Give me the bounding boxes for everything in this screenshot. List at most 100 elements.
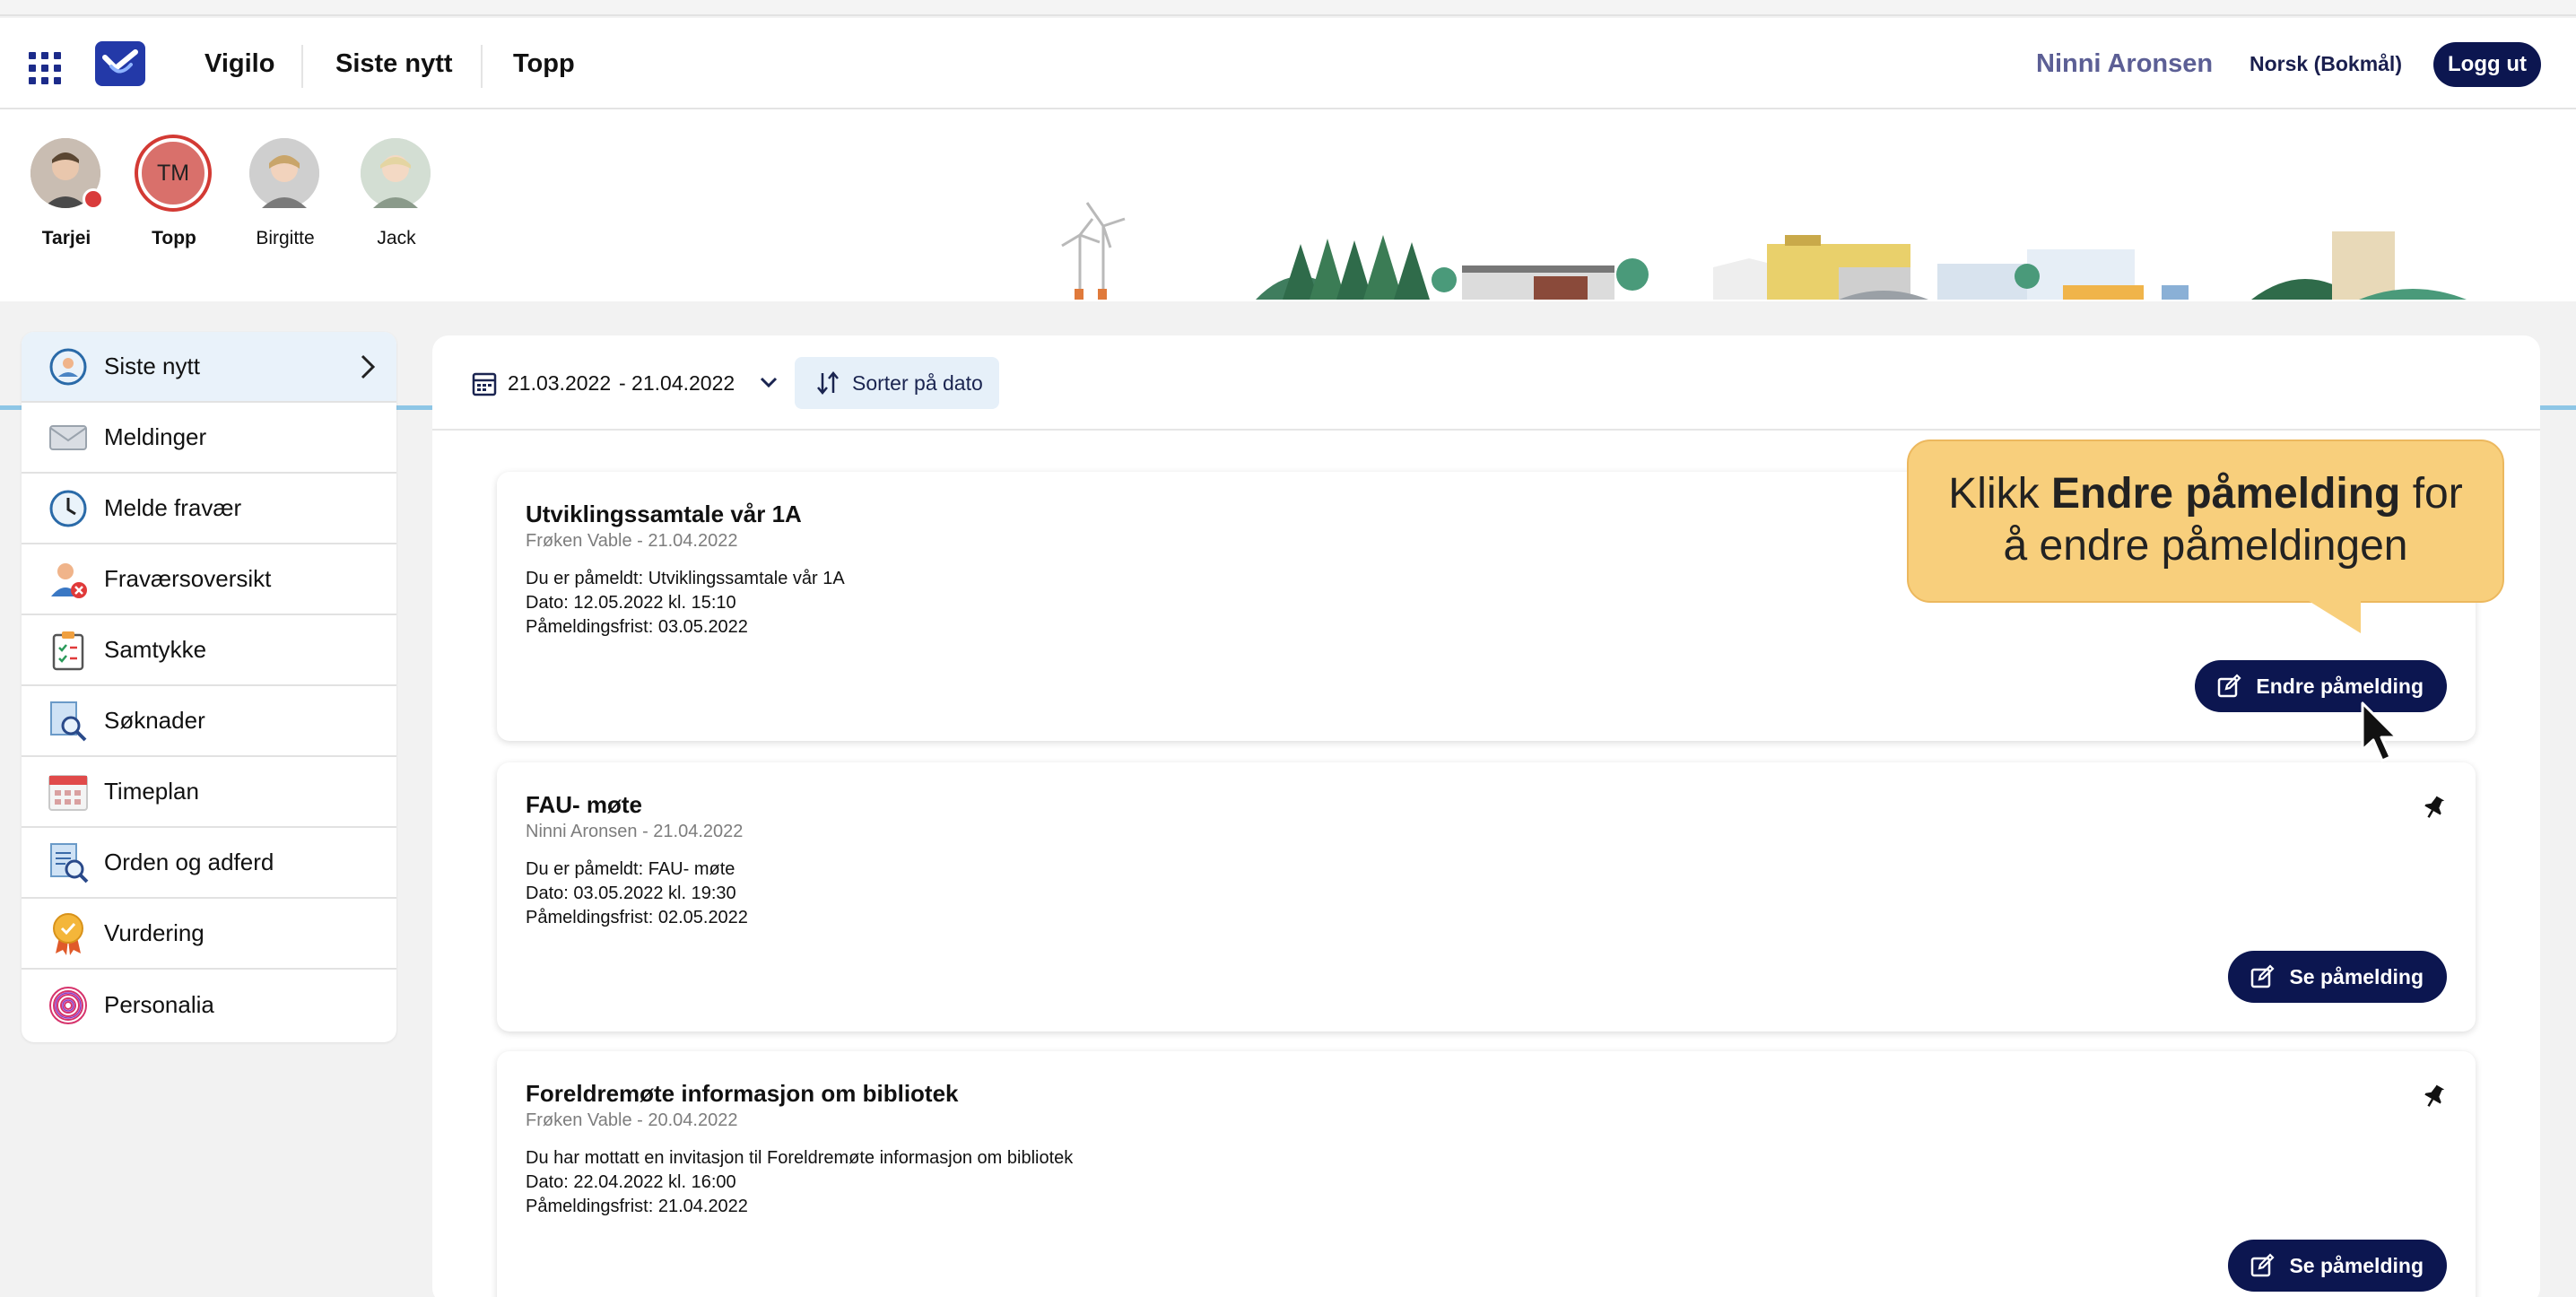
sidebar-item-meldinger[interactable]: Meldinger	[22, 403, 396, 474]
nav-brand-vigilo[interactable]: Vigilo	[205, 49, 274, 79]
sidebar-item-label: Orden og adferd	[104, 849, 274, 875]
sidebar-item-siste-nytt[interactable]: Siste nytt	[22, 332, 396, 403]
sidebar-item-label: Personalia	[104, 991, 214, 1018]
mouse-cursor-icon	[2361, 701, 2398, 762]
chevron-down-icon[interactable]	[759, 375, 779, 389]
sidebar-menu: Siste nytt Meldinger Melde fravær Fravær…	[22, 332, 396, 1042]
sort-by-date-button[interactable]: Sorter på dato	[795, 357, 999, 409]
absence-person-icon	[47, 558, 90, 601]
child-birgitte[interactable]: Birgitte	[249, 138, 321, 248]
sidebar-item-label: Fraværsoversikt	[104, 565, 272, 592]
se-pamelding-button[interactable]: Se påmelding	[2228, 1240, 2447, 1292]
award-medal-icon	[47, 912, 90, 955]
city-skyline-illustration	[1061, 202, 2467, 300]
endre-pamelding-button[interactable]: Endre påmelding	[2195, 660, 2447, 712]
card-title[interactable]: Utviklingssamtale vår 1A	[526, 501, 802, 528]
sidebar-item-label: Timeplan	[104, 778, 199, 805]
sidebar-item-orden-og-adferd[interactable]: Orden og adferd	[22, 828, 396, 899]
browser-top-strip	[0, 0, 2576, 16]
card-detail-line: Dato: 03.05.2022 kl. 19:30	[526, 884, 736, 903]
card-detail-line: Dato: 22.04.2022 kl. 16:00	[526, 1172, 736, 1192]
sidebar-item-personalia[interactable]: Personalia	[22, 970, 396, 1040]
conduct-document-icon	[47, 841, 90, 884]
tooltip-text-post: for	[2400, 470, 2463, 518]
document-search-icon	[47, 700, 90, 743]
card-title[interactable]: FAU- møte	[526, 791, 642, 819]
sidebar-item-vurdering[interactable]: Vurdering	[22, 899, 396, 970]
edit-icon	[2218, 674, 2241, 698]
avatar[interactable]	[249, 138, 319, 208]
card-detail-line: Du er påmeldt: FAU- møte	[526, 859, 735, 879]
pin-icon[interactable]	[2422, 795, 2447, 820]
card-meta: Frøken Vable - 20.04.2022	[526, 1110, 738, 1130]
child-topp[interactable]: TM Topp	[138, 138, 210, 248]
sidebar-item-label: Søknader	[104, 707, 205, 734]
logout-button[interactable]: Logg ut	[2433, 42, 2541, 87]
sidebar-item-label: Meldinger	[104, 423, 207, 450]
sidebar-item-label: Vurdering	[104, 919, 205, 946]
clock-icon	[47, 487, 90, 530]
sidebar-item-melde-fravaer[interactable]: Melde fravær	[22, 474, 396, 544]
child-name: Jack	[377, 228, 416, 248]
nav-divider	[301, 45, 303, 88]
tutorial-tooltip: Klikk Endre påmelding for å endre påmeld…	[1907, 440, 2504, 603]
card-detail-line: Du er påmeldt: Utviklingssamtale vår 1A	[526, 569, 845, 588]
tooltip-text-line2: å endre påmeldingen	[2003, 522, 2408, 570]
user-name[interactable]: Ninni Aronsen	[2036, 49, 2213, 79]
sidebar-item-timeplan[interactable]: Timeplan	[22, 757, 396, 828]
clipboard-checklist-icon	[47, 629, 90, 672]
top-navbar: Vigilo Siste nytt Topp Ninni Aronsen Nor…	[0, 18, 2576, 109]
child-name: Topp	[152, 228, 196, 248]
tooltip-text-pre: Klikk	[1948, 470, 2051, 518]
child-name: Tarjei	[41, 228, 91, 248]
sidebar-item-samtykke[interactable]: Samtykke	[22, 615, 396, 686]
sort-button-label: Sorter på dato	[852, 371, 983, 395]
tooltip-text-bold: Endre påmelding	[2050, 470, 2401, 518]
child-jack[interactable]: Jack	[361, 138, 432, 248]
card-meta: Ninni Aronsen - 21.04.2022	[526, 822, 744, 841]
news-card: Foreldremøte informasjon om bibliotek Fr…	[497, 1051, 2476, 1297]
action-button-label: Se påmelding	[2289, 1254, 2424, 1277]
sidebar-item-label: Melde fravær	[104, 494, 242, 521]
sidebar-item-fravaersoversikt[interactable]: Fraværsoversikt	[22, 544, 396, 615]
sidebar-item-soknader[interactable]: Søknader	[22, 686, 396, 757]
language-selector[interactable]: Norsk (Bokmål)	[2250, 52, 2402, 76]
card-title[interactable]: Foreldremøte informasjon om bibliotek	[526, 1080, 959, 1108]
card-detail-line: Du har mottatt en invitasjon til Foreldr…	[526, 1148, 1074, 1168]
alert-dot	[83, 188, 104, 210]
card-detail-line: Påmeldingsfrist: 21.04.2022	[526, 1197, 748, 1216]
app-grid-icon[interactable]	[29, 52, 61, 84]
nav-link-siste-nytt[interactable]: Siste nytt	[335, 49, 453, 79]
chevron-right-icon	[361, 354, 376, 379]
avatar[interactable]: TM	[138, 138, 208, 208]
pin-icon[interactable]	[2422, 1084, 2447, 1109]
card-detail-line: Påmeldingsfrist: 02.05.2022	[526, 908, 748, 927]
child-name: Birgitte	[256, 228, 315, 248]
card-detail-line: Påmeldingsfrist: 03.05.2022	[526, 617, 748, 637]
sort-arrows-icon	[817, 371, 839, 395]
card-meta: Frøken Vable - 21.04.2022	[526, 531, 738, 551]
news-icon	[47, 345, 90, 388]
avatar[interactable]	[361, 138, 431, 208]
date-to-input[interactable]: - 21.04.2022	[619, 371, 735, 396]
action-button-label: Endre påmelding	[2256, 675, 2424, 698]
avatar[interactable]	[30, 138, 104, 210]
calendar-icon[interactable]	[472, 371, 497, 396]
nav-divider	[481, 45, 483, 88]
nav-link-topp[interactable]: Topp	[513, 49, 575, 79]
action-button-label: Se påmelding	[2289, 965, 2424, 988]
child-tarjei[interactable]: Tarjei	[30, 138, 104, 248]
fingerprint-icon	[47, 984, 90, 1027]
tooltip-tail	[2309, 601, 2361, 633]
vigilo-logo-icon[interactable]	[95, 41, 145, 86]
edit-icon	[2251, 1253, 2276, 1277]
se-pamelding-button[interactable]: Se påmelding	[2228, 951, 2447, 1003]
date-from-input[interactable]: 21.03.2022	[508, 371, 611, 396]
calendar-icon	[47, 770, 90, 814]
sidebar-item-label: Siste nytt	[104, 353, 200, 379]
feed-toolbar: 21.03.2022 - 21.04.2022 Sorter på dato	[432, 335, 2540, 431]
sidebar-item-label: Samtykke	[104, 636, 207, 663]
edit-icon	[2251, 964, 2276, 988]
news-card: FAU- møte Ninni Aronsen - 21.04.2022 Du …	[497, 762, 2476, 1032]
envelope-icon	[47, 416, 90, 459]
